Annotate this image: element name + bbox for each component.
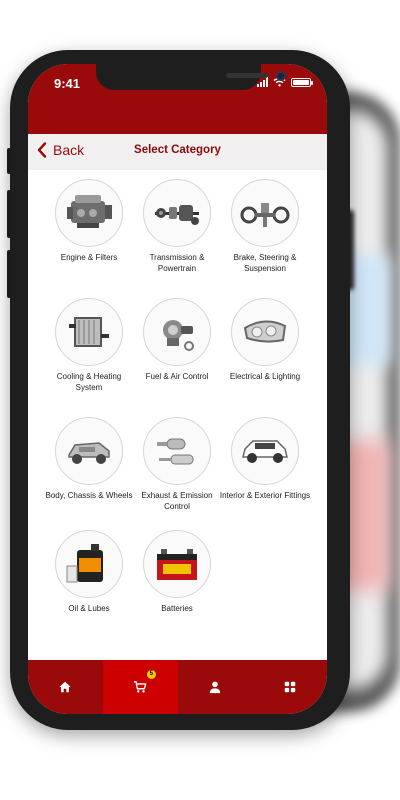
category-image (231, 298, 299, 366)
category-label: Interior & Exterior Fittings (219, 491, 311, 500)
category-label: Batteries (161, 604, 193, 613)
category-image (55, 417, 123, 485)
category-image (55, 298, 123, 366)
category-image (143, 179, 211, 247)
tab-menu[interactable] (252, 660, 327, 714)
category-interior-exterior-fittings[interactable]: Interior & Exterior Fittings (219, 417, 311, 502)
cart-count-badge: 5 (146, 670, 156, 679)
fuel-pump-icon (163, 320, 194, 351)
radiator-icon (69, 317, 109, 347)
category-fuel-air-control[interactable]: Fuel & Air Control (131, 298, 223, 383)
home-icon (59, 681, 72, 693)
battery-status-icon (291, 77, 313, 87)
notch (96, 64, 286, 90)
category-label: Body, Chassis & Wheels (45, 491, 133, 500)
status-time: 9:41 (54, 76, 81, 91)
tab-cart[interactable]: 5 (102, 660, 178, 714)
transmission-icon (155, 205, 199, 225)
category-transmission-powertrain[interactable]: Transmission & Powertrain (131, 179, 223, 274)
headlight-icon (243, 320, 287, 343)
suv-icon (242, 440, 288, 463)
user-icon (209, 681, 221, 694)
category-image (55, 530, 123, 598)
category-exhaust-emission[interactable]: Exhaust & Emission Control (131, 417, 223, 512)
exhaust-icon (157, 438, 194, 465)
category-image (143, 298, 211, 366)
category-label: Brake, Steering & Suspension (233, 253, 297, 273)
category-image (231, 417, 299, 485)
bottom-tab-bar: 5 (28, 660, 327, 714)
earpiece-speaker (226, 73, 268, 78)
volume-up-button (7, 190, 11, 238)
category-image (55, 179, 123, 247)
category-body-chassis-wheels[interactable]: Body, Chassis & Wheels (43, 417, 135, 502)
category-label: Fuel & Air Control (145, 372, 209, 381)
page-title: Select Category (134, 144, 221, 156)
mute-switch (7, 148, 11, 174)
oil-can-icon (66, 544, 103, 583)
category-label: Oil & Lubes (68, 604, 110, 613)
category-image (143, 417, 211, 485)
category-label: Electrical & Lighting (229, 372, 301, 381)
front-camera (276, 71, 286, 81)
category-cooling-heating[interactable]: Cooling & Heating System (43, 298, 135, 393)
cart-icon (134, 681, 147, 693)
phone-screen: 9:41 Back Select Category Engine & Filte… (28, 64, 327, 714)
volume-down-button (7, 250, 11, 298)
tab-profile[interactable] (178, 660, 253, 714)
stage: 9:41 Back Select Category Engine & Filte… (0, 0, 400, 800)
category-brake-steering-suspension[interactable]: Brake, Steering & Suspension (219, 179, 311, 274)
category-engine-filters[interactable]: Engine & Filters (43, 179, 135, 264)
category-image (231, 179, 299, 247)
category-oil-lubes[interactable]: Oil & Lubes (43, 530, 135, 615)
engine-icon (67, 195, 112, 228)
grid-icon (284, 681, 295, 693)
car-body-icon (68, 442, 110, 464)
category-label: Exhaust & Emission Control (141, 491, 213, 511)
category-electrical-lighting[interactable]: Electrical & Lighting (219, 298, 311, 383)
category-image (143, 530, 211, 598)
brake-steering-icon (240, 203, 290, 227)
category-label: Engine & Filters (60, 253, 118, 262)
category-label: Transmission & Powertrain (149, 253, 205, 273)
battery-icon (157, 549, 197, 580)
category-batteries[interactable]: Batteries (131, 530, 223, 615)
navigation-header: Back Select Category (28, 134, 327, 170)
category-label: Cooling & Heating System (56, 372, 122, 392)
tab-home[interactable] (28, 660, 103, 714)
